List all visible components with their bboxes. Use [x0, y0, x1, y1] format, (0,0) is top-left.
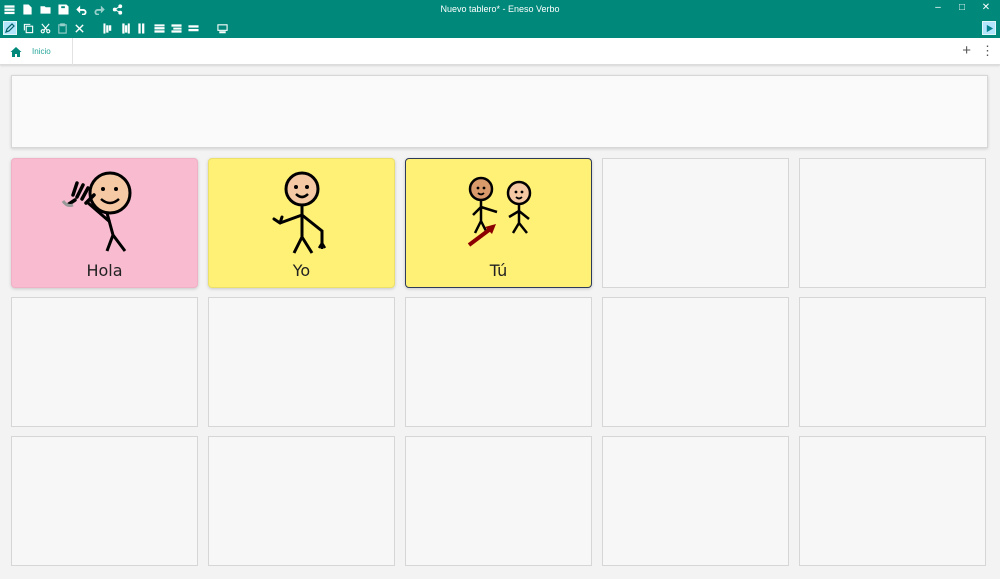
copy-icon[interactable] [23, 22, 34, 34]
pencil-icon [5, 23, 15, 33]
delete-icon[interactable] [74, 22, 85, 34]
play-icon [986, 24, 993, 32]
title-bar: Nuevo tablero* - Eneso Verbo – □ ✕ [0, 0, 1000, 19]
align-bottom-icon[interactable] [188, 22, 199, 34]
add-tab-button[interactable]: + [962, 42, 971, 59]
grid-cell-empty[interactable] [208, 436, 395, 566]
grid-cell-empty[interactable] [208, 297, 395, 427]
edit-mode-button[interactable] [3, 21, 17, 35]
home-icon [10, 46, 22, 57]
edit-toolbar [0, 19, 1000, 38]
align-center-icon[interactable] [120, 22, 131, 34]
waving-person-icon [61, 171, 131, 252]
grid-cell-empty[interactable] [602, 436, 789, 566]
sentence-bar[interactable] [11, 75, 988, 148]
cell-label: Yo [292, 261, 311, 280]
grid-cell-hola[interactable]: Hola [11, 158, 198, 288]
cell-label: Tú [489, 261, 508, 280]
self-pointing-person-icon [272, 171, 326, 254]
align-top-icon[interactable] [154, 22, 165, 34]
grid-cell-empty[interactable] [405, 436, 592, 566]
grid-cell-empty[interactable] [799, 436, 986, 566]
grid-cell-empty[interactable] [11, 297, 198, 427]
more-options-button[interactable]: ⋮ [981, 43, 994, 59]
display-icon[interactable] [217, 22, 228, 34]
grid-cell-empty[interactable] [799, 158, 986, 288]
align-left-icon[interactable] [103, 22, 114, 34]
pointing-at-you-icon [467, 176, 531, 247]
maximize-button[interactable]: □ [956, 2, 968, 13]
tab-label: Inicio [32, 47, 51, 56]
cell-label: Hola [86, 261, 123, 280]
close-button[interactable]: ✕ [980, 2, 992, 13]
align-right-icon[interactable] [137, 22, 148, 34]
tab-inicio[interactable]: Inicio [0, 38, 73, 65]
tab-bar: Inicio + ⋮ [0, 38, 1000, 65]
grid-cell-yo[interactable]: Yo [208, 158, 395, 288]
paste-icon[interactable] [57, 22, 68, 34]
grid-cell-empty[interactable] [602, 297, 789, 427]
grid-cell-empty[interactable] [602, 158, 789, 288]
grid-cell-empty[interactable] [405, 297, 592, 427]
window-title: Nuevo tablero* - Eneso Verbo [440, 4, 560, 14]
play-mode-button[interactable] [982, 21, 996, 35]
grid-cell-empty[interactable] [11, 436, 198, 566]
grid-cell-tu[interactable]: Tú [405, 158, 592, 288]
cut-icon[interactable] [40, 22, 51, 34]
minimize-button[interactable]: – [932, 2, 944, 13]
grid-cell-empty[interactable] [799, 297, 986, 427]
align-middle-icon[interactable] [171, 22, 182, 34]
